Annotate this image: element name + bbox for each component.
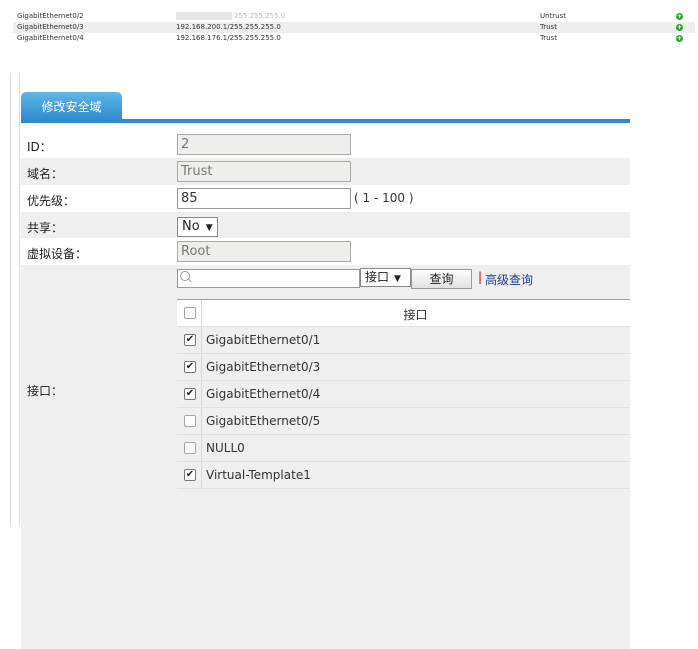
interface-table: 接口 ✔ GigabitEthernet0/1 ✔ GigabitEtherne… <box>177 299 630 489</box>
summary-interface: GigabitEthernet0/2 <box>17 12 84 20</box>
interface-name: Virtual-Template1 <box>206 468 311 482</box>
interface-row: 接口： 接口 ▼ 查询 | 高级查询 接口 ✔ GigabitEthernet0… <box>21 265 630 649</box>
interface-name: NULL0 <box>206 441 245 455</box>
interface-checkbox[interactable]: ✔ <box>184 361 196 373</box>
interface-checkbox[interactable]: ✔ <box>184 469 196 481</box>
masked-ip-block <box>176 12 232 20</box>
advanced-query-link[interactable]: 高级查询 <box>485 271 533 288</box>
interface-row-item: ✔ Virtual-Template1 <box>177 462 630 489</box>
plus-circle-icon[interactable]: + <box>676 13 683 20</box>
share-select[interactable]: No ▼ <box>177 217 218 237</box>
share-select-value: No <box>182 219 200 234</box>
interface-name: GigabitEthernet0/5 <box>206 414 321 428</box>
dropdown-arrow-icon: ▼ <box>205 223 213 233</box>
query-button[interactable]: 查询 <box>411 269 472 289</box>
interface-row-item: ✔ GigabitEthernet0/1 <box>177 327 630 354</box>
interface-column-header: 接口 <box>403 308 428 322</box>
priority-input[interactable]: 85 <box>177 188 351 209</box>
interface-checkbox[interactable] <box>184 415 196 427</box>
summary-ip-text: 255.255.255.0 <box>234 12 286 20</box>
column-divider <box>201 408 202 434</box>
search-icon <box>180 271 190 281</box>
column-divider <box>201 462 202 488</box>
interface-name: GigabitEthernet0/3 <box>206 360 321 374</box>
column-divider <box>201 381 202 407</box>
plus-circle-icon[interactable]: + <box>676 24 683 31</box>
filter-select-value: 接口 <box>365 270 390 284</box>
summary-zone: Trust <box>540 34 557 42</box>
interface-name: GigabitEthernet0/1 <box>206 333 321 347</box>
interface-filter-select[interactable]: 接口 ▼ <box>360 268 411 287</box>
name-row: 域名： Trust <box>21 158 630 185</box>
summary-row: GigabitEthernet0/4 192.168.176.1/255.255… <box>13 33 695 44</box>
priority-range-hint: ( 1 - 100 ) <box>354 191 414 205</box>
interface-summary-table: GigabitEthernet0/2 255.255.255.0 Untrust… <box>13 11 695 44</box>
select-all-checkbox[interactable] <box>184 307 196 319</box>
column-divider <box>201 354 202 380</box>
summary-zone: Untrust <box>540 12 567 20</box>
interface-row-item: NULL0 <box>177 435 630 462</box>
summary-ip: 192.168.200.1/255.255.255.0 <box>176 23 281 31</box>
virtual-device-field: Root <box>177 241 351 262</box>
interface-label: 接口： <box>27 384 64 398</box>
plus-circle-icon[interactable]: + <box>676 35 683 42</box>
interface-row-item: GigabitEthernet0/5 <box>177 408 630 435</box>
summary-ip: 192.168.176.1/255.255.255.0 <box>176 34 281 42</box>
name-label: 域名： <box>27 167 64 181</box>
panel-divider <box>19 73 20 526</box>
dropdown-arrow-icon: ▼ <box>394 274 401 284</box>
interface-checkbox[interactable]: ✔ <box>184 334 196 346</box>
tab-underline <box>21 119 630 123</box>
priority-label: 优先级： <box>27 194 76 208</box>
column-divider <box>201 435 202 461</box>
share-row: 共享： No ▼ <box>21 212 630 238</box>
summary-row: GigabitEthernet0/2 255.255.255.0 Untrust… <box>13 11 695 22</box>
zone-name-field: Trust <box>177 161 351 182</box>
interface-checkbox[interactable]: ✔ <box>184 388 196 400</box>
interface-search-input[interactable] <box>177 269 360 288</box>
priority-row: 优先级： 85 ( 1 - 100 ) <box>21 185 630 212</box>
interface-row-item: ✔ GigabitEthernet0/4 <box>177 381 630 408</box>
interface-checkbox[interactable] <box>184 442 196 454</box>
summary-row: GigabitEthernet0/3 192.168.200.1/255.255… <box>13 22 695 33</box>
panel-divider <box>10 73 11 526</box>
id-row: ID： 2 <box>21 131 630 158</box>
interface-name: GigabitEthernet0/4 <box>206 387 321 401</box>
interface-table-header: 接口 <box>177 300 630 327</box>
id-label: ID： <box>27 140 52 154</box>
tab-edit-zone[interactable]: 修改安全域 <box>21 92 122 120</box>
virtual-device-row: 虚拟设备： Root <box>21 238 630 265</box>
link-separator: | <box>478 270 483 284</box>
summary-zone: Trust <box>540 23 557 31</box>
interface-row-item: ✔ GigabitEthernet0/3 <box>177 354 630 381</box>
summary-ip: 255.255.255.0 <box>176 11 285 22</box>
summary-interface: GigabitEthernet0/3 <box>17 23 84 31</box>
virtual-device-label: 虚拟设备： <box>27 247 88 261</box>
summary-interface: GigabitEthernet0/4 <box>17 34 84 42</box>
column-divider <box>201 327 202 353</box>
share-label: 共享： <box>27 221 64 235</box>
id-field: 2 <box>177 134 351 155</box>
